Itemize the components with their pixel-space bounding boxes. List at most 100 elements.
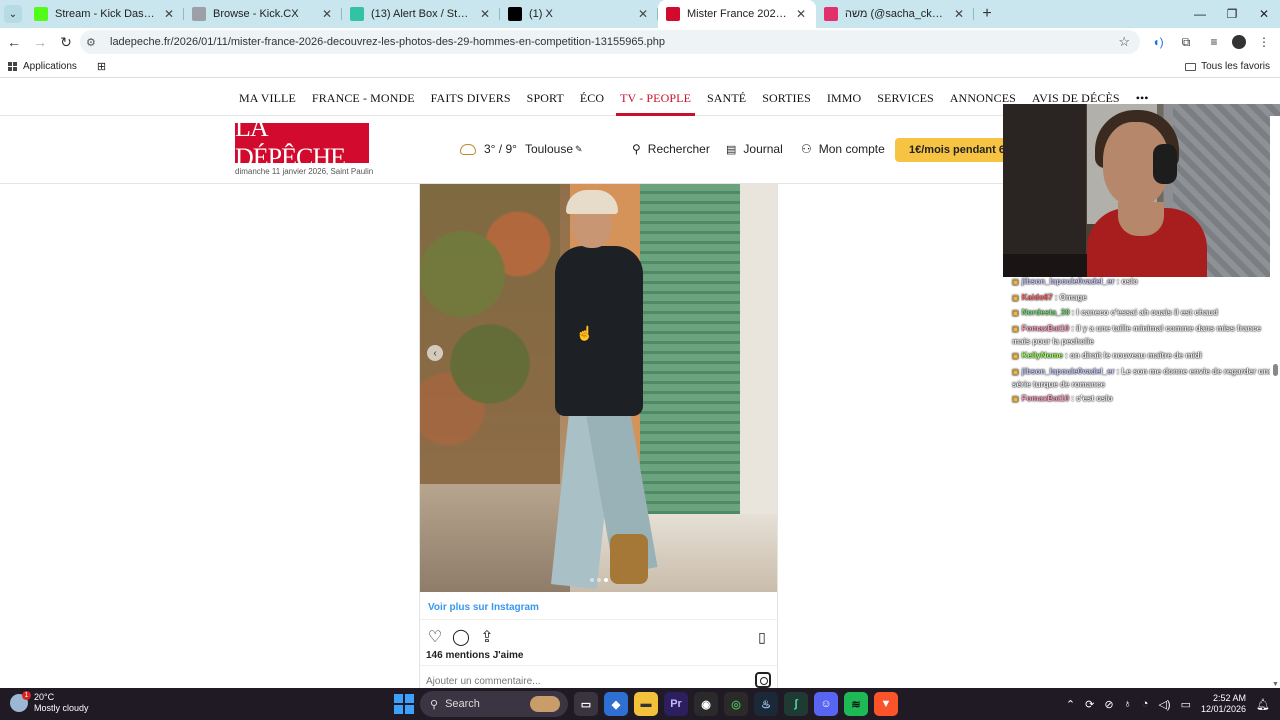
taskbar-search[interactable]: ⚲ Search bbox=[420, 691, 568, 717]
file-explorer-icon[interactable]: ▬ bbox=[634, 692, 658, 716]
brave-icon[interactable]: ▼ bbox=[874, 692, 898, 716]
back-button[interactable]: ← bbox=[2, 30, 26, 54]
battery-icon[interactable]: ▭ bbox=[1181, 698, 1191, 711]
carousel-dots bbox=[590, 578, 608, 582]
nav-item[interactable]: FAITS DIVERS bbox=[431, 80, 511, 116]
wifi-icon[interactable]: ◔ bbox=[1142, 698, 1149, 710]
chrome-icon[interactable]: ◎ bbox=[724, 692, 748, 716]
discord-icon[interactable]: ☺ bbox=[814, 692, 838, 716]
taskbar-weather[interactable]: 20°C Mostly cloudy bbox=[10, 691, 89, 714]
journal-link[interactable]: ▤ Journal bbox=[726, 142, 783, 156]
search-highlight-image bbox=[530, 696, 560, 712]
chevron-down-icon: ⌄ bbox=[4, 5, 22, 23]
chevron-up-icon[interactable]: ⌃ bbox=[1066, 698, 1075, 711]
close-tab-icon[interactable]: ✕ bbox=[794, 7, 808, 21]
account-link[interactable]: ⚇ Mon compte bbox=[801, 142, 885, 156]
new-tab-button[interactable]: + bbox=[974, 5, 1000, 23]
site-info-icon[interactable]: ⚙ bbox=[86, 36, 100, 49]
search-link[interactable]: ⚲ Rechercher bbox=[632, 142, 710, 156]
notification-bell-icon[interactable]: 🔔︎ bbox=[1256, 698, 1270, 711]
browser-tab[interactable]: משה (@sacha_ckn) • Photos et ✕ bbox=[816, 0, 974, 28]
close-tab-icon[interactable]: ✕ bbox=[478, 7, 492, 21]
share-icon[interactable]: ⇪ bbox=[478, 628, 496, 646]
cloud-sun-icon bbox=[460, 143, 476, 155]
save-bookmark-icon[interactable]: ▯ bbox=[753, 628, 771, 646]
heart-icon[interactable]: ♡ bbox=[426, 628, 444, 646]
chat-badge-icon: ▣ bbox=[1012, 310, 1019, 317]
forward-button[interactable]: → bbox=[28, 30, 52, 54]
taskbar-clock[interactable]: 2:52 AM 12/01/2026 bbox=[1201, 693, 1246, 715]
volume-icon[interactable]: ◁) bbox=[1158, 698, 1170, 711]
extensions-icon[interactable]: ⧉ bbox=[1176, 32, 1196, 52]
close-tab-icon[interactable]: ✕ bbox=[162, 7, 176, 21]
chat-username: FomaxBat10 bbox=[1021, 394, 1070, 403]
listen-icon[interactable]: ◖) bbox=[1148, 32, 1168, 52]
nav-item[interactable]: FRANCE - MONDE bbox=[312, 80, 415, 116]
comment-icon[interactable]: ◯ bbox=[452, 628, 470, 646]
nav-item[interactable]: SERVICES bbox=[877, 80, 934, 116]
chat-username: Kaido67 bbox=[1021, 292, 1053, 302]
close-tab-icon[interactable]: ✕ bbox=[952, 7, 966, 21]
menu-dots-icon[interactable]: ⋮ bbox=[1254, 32, 1274, 52]
browser-tab[interactable]: Browse - Kick.CX ✕ bbox=[184, 0, 342, 28]
user-icon: ⚇ bbox=[801, 142, 812, 156]
browser-tab[interactable]: (1) X ✕ bbox=[500, 0, 658, 28]
profile-avatar[interactable] bbox=[1232, 35, 1246, 49]
instagram-photo[interactable]: ‹ ☝ bbox=[420, 184, 777, 592]
account-label: Mon compte bbox=[818, 142, 885, 156]
subscribe-button[interactable]: 1€/mois pendant 6 m bbox=[895, 138, 1010, 162]
scroll-thumb[interactable] bbox=[1273, 364, 1278, 376]
tab-groups-icon[interactable]: ⊞ bbox=[97, 60, 106, 73]
bookmark-applications[interactable]: Applications ⊞ bbox=[8, 60, 106, 73]
reload-button[interactable]: ↻ bbox=[54, 30, 78, 54]
page-scrollbar[interactable]: ▼ bbox=[1270, 116, 1280, 688]
sync-icon[interactable]: ⟳ bbox=[1085, 698, 1094, 711]
clock-date: 12/01/2026 bbox=[1200, 704, 1247, 714]
browser-toolbar: ← → ↻ ⚙ ladepeche.fr/2026/01/11/mister-f… bbox=[0, 28, 1280, 56]
nav-item[interactable]: SANTÉ bbox=[707, 80, 746, 116]
spotify-icon[interactable]: ≋ bbox=[844, 692, 868, 716]
scroll-down-arrow[interactable]: ▼ bbox=[1272, 681, 1279, 688]
weather-widget[interactable]: 3° / 9° Toulouse ✎ bbox=[460, 142, 583, 156]
close-window-button[interactable]: ✕ bbox=[1248, 0, 1280, 28]
view-more-on-instagram-link[interactable]: Voir plus sur Instagram bbox=[428, 602, 539, 613]
address-bar[interactable]: ⚙ ladepeche.fr/2026/01/11/mister-france-… bbox=[80, 30, 1140, 54]
premiere-icon[interactable]: Pr bbox=[664, 692, 688, 716]
browser-tab[interactable]: Stream - Kick Dashboard ✕ bbox=[26, 0, 184, 28]
nav-item[interactable]: SPORT bbox=[527, 80, 564, 116]
nav-item[interactable]: MA VILLE bbox=[239, 80, 296, 116]
browser-tab[interactable]: (13) Alert Box / Streamlabs ✕ bbox=[342, 0, 500, 28]
start-button[interactable] bbox=[394, 694, 414, 714]
nav-item[interactable]: SORTIES bbox=[762, 80, 811, 116]
instagram-icon[interactable] bbox=[755, 672, 771, 688]
restore-button[interactable]: ❐ bbox=[1216, 0, 1248, 28]
bookmark-star-icon[interactable]: ☆ bbox=[1118, 34, 1130, 50]
comment-input[interactable]: Ajouter un commentaire... bbox=[426, 676, 541, 687]
tab-search-button[interactable]: ⌄ bbox=[0, 0, 26, 28]
close-tab-icon[interactable]: ✕ bbox=[320, 7, 334, 21]
nav-item[interactable]: TV - PEOPLE bbox=[616, 80, 695, 116]
nav-item[interactable]: ÉCO bbox=[580, 80, 604, 116]
all-bookmarks-button[interactable]: Tous les favoris bbox=[1185, 61, 1270, 72]
chat-username: FomaxBat10 bbox=[1021, 323, 1070, 333]
folder-icon bbox=[1185, 62, 1197, 71]
nav-item[interactable]: IMMO bbox=[827, 80, 861, 116]
chat-message: ▣ FomaxBat10: il y a une taille minimal c… bbox=[1012, 323, 1274, 348]
obs-icon[interactable]: ◉ bbox=[694, 692, 718, 716]
app-green-icon[interactable]: ʃ bbox=[784, 692, 808, 716]
task-view-icon[interactable]: ▭ bbox=[574, 692, 598, 716]
chat-badge-icon: ▣ bbox=[1012, 353, 1019, 360]
media-control-icon[interactable]: ≡ bbox=[1204, 32, 1224, 52]
camera-off-icon[interactable]: ⊘ bbox=[1104, 698, 1113, 711]
widgets-icon[interactable]: ◆ bbox=[604, 692, 628, 716]
browser-tab[interactable]: Mister France 2026 : découvrez ✕ bbox=[658, 0, 816, 28]
site-logo[interactable]: LA DÉPÊCHE bbox=[235, 113, 369, 172]
microphone-icon[interactable]: ♁ bbox=[1124, 698, 1132, 710]
minimize-button[interactable]: — bbox=[1184, 0, 1216, 28]
close-tab-icon[interactable]: ✕ bbox=[636, 7, 650, 21]
weather-icon bbox=[10, 691, 31, 712]
steam-icon[interactable]: ♨ bbox=[754, 692, 778, 716]
chat-username: jibson_lapoule0vadel_er bbox=[1021, 366, 1115, 376]
previous-photo-button[interactable]: ‹ bbox=[427, 345, 443, 361]
window-controls: — ❐ ✕ bbox=[1184, 0, 1280, 28]
